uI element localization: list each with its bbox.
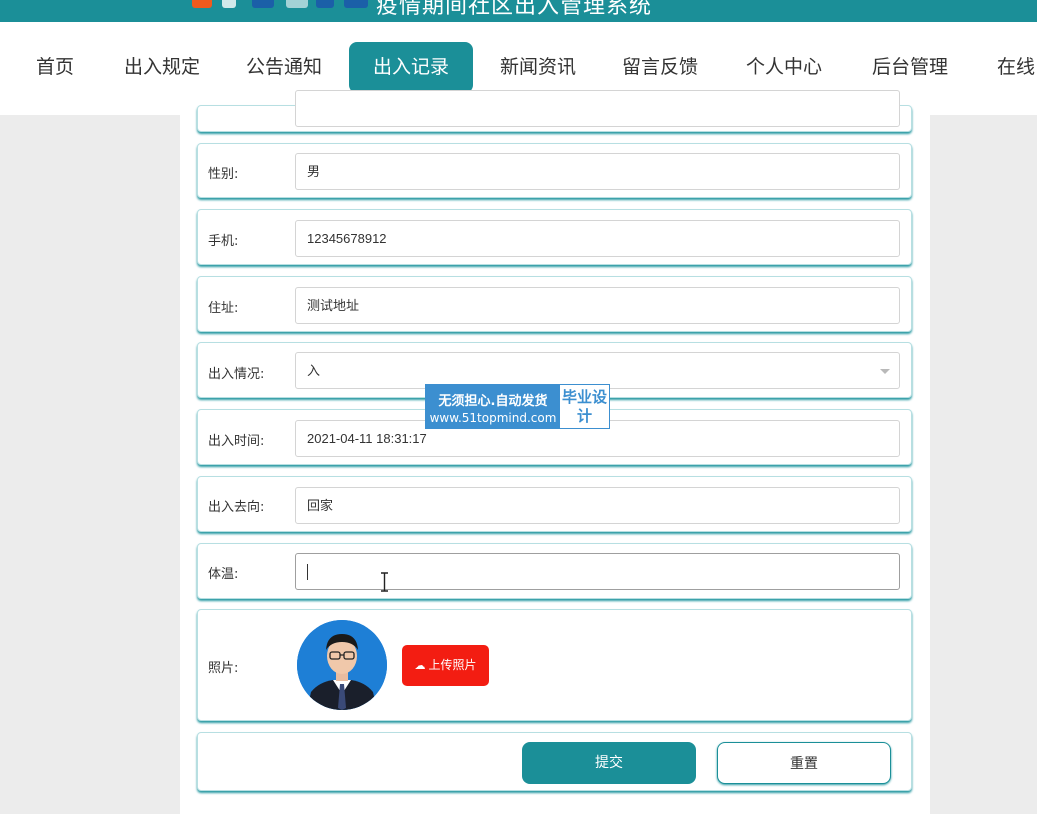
chevron-down-icon <box>880 369 890 374</box>
phone-field[interactable]: 12345678912 <box>295 220 900 257</box>
watermark-right: 毕业设计 <box>560 385 609 428</box>
watermark-line2: www.51topmind.com <box>429 411 557 425</box>
watermark-text: 无须担心.自动发货 www.51topmind.com <box>426 385 560 428</box>
cloud-upload-icon: ☁ <box>414 659 426 672</box>
watermark-line1: 无须担心.自动发货 <box>438 394 548 409</box>
gender-field[interactable]: 男 <box>295 153 900 190</box>
photo-label: 照片: <box>208 661 239 676</box>
form-row-gender: 性别: 男 <box>197 143 912 198</box>
nav-item-rules[interactable]: 出入规定 <box>124 42 200 93</box>
upload-photo-button[interactable]: ☁ 上传照片 <box>402 645 489 686</box>
time-label: 出入时间: <box>208 434 265 449</box>
form-row-previous <box>197 90 912 132</box>
nav-item-profile[interactable]: 个人中心 <box>746 42 822 93</box>
direction-field[interactable]: 回家 <box>295 487 900 524</box>
temperature-label: 体温: <box>208 567 239 582</box>
photo-avatar <box>297 620 387 710</box>
status-label: 出入情况: <box>208 367 265 382</box>
nav-item-news[interactable]: 新闻资讯 <box>500 42 576 93</box>
phone-label: 手机: <box>208 234 239 249</box>
nav-item-admin[interactable]: 后台管理 <box>872 42 948 93</box>
form-row-address: 住址: 测试地址 <box>197 276 912 332</box>
submit-button[interactable]: 提交 <box>522 742 696 784</box>
address-label: 住址: <box>208 301 239 316</box>
text-cursor-icon <box>381 572 388 592</box>
nav-item-notices[interactable]: 公告通知 <box>246 42 322 93</box>
direction-label: 出入去向: <box>208 500 265 515</box>
reset-button[interactable]: 重置 <box>717 742 891 784</box>
status-select-value: 入 <box>307 363 321 378</box>
gender-label: 性别: <box>208 167 239 182</box>
address-field[interactable]: 测试地址 <box>295 287 900 324</box>
site-title: 疫情期间社区出入管理系统 <box>376 0 653 19</box>
site-logo <box>192 0 372 12</box>
nav-item-online[interactable]: 在线 <box>997 42 1037 93</box>
text-caret <box>307 564 308 580</box>
nav-item-feedback[interactable]: 留言反馈 <box>622 42 698 93</box>
form-row-temperature: 体温: <box>197 543 912 599</box>
form-row-photo: 照片: ☁ 上传照片 <box>197 609 912 721</box>
nav-item-records[interactable]: 出入记录 <box>349 42 473 93</box>
form-row-direction: 出入去向: 回家 <box>197 476 912 532</box>
form-row-phone: 手机: 12345678912 <box>197 209 912 265</box>
previous-field[interactable] <box>295 90 900 127</box>
nav-item-home[interactable]: 首页 <box>36 42 74 93</box>
form-row-actions: 提交 重置 <box>197 732 912 791</box>
record-form-panel: 性别: 男 手机: 12345678912 住址: 测试地址 出入情况: 入 出… <box>180 90 930 814</box>
watermark-badge: 无须担心.自动发货 www.51topmind.com 毕业设计 <box>425 384 610 429</box>
top-title-bar: 疫情期间社区出入管理系统 <box>0 0 1037 22</box>
upload-photo-label: 上传照片 <box>428 658 477 672</box>
